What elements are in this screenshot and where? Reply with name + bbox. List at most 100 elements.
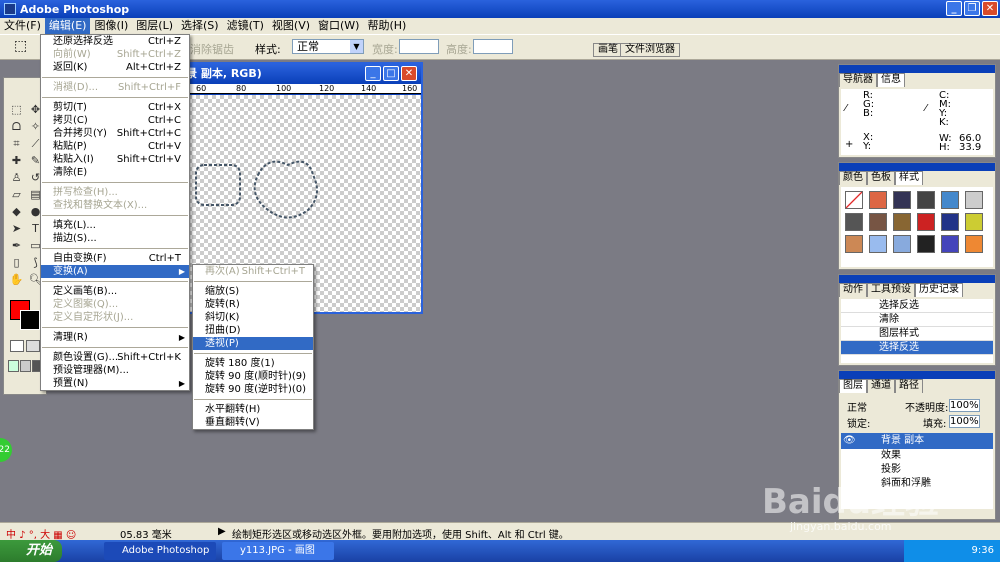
fill-field[interactable]: 100% <box>949 415 980 428</box>
transform-menu-item[interactable]: 垂直翻转(V) <box>193 416 313 429</box>
transform-menu-item[interactable]: 扭曲(D) <box>193 324 313 337</box>
transform-menu-item[interactable]: 斜切(K) <box>193 311 313 324</box>
style-swatch[interactable] <box>845 213 863 231</box>
tab-navigator[interactable]: 导航器 <box>839 73 877 87</box>
doc-minimize-button[interactable]: _ <box>365 66 381 81</box>
minimize-button[interactable]: _ <box>946 1 962 16</box>
layer-row[interactable]: 👁︎ 背景 副本 <box>841 433 993 449</box>
edit-menu-item[interactable]: 拼写检查(H)... <box>41 186 189 199</box>
pen-tool-icon[interactable]: ✒ <box>8 238 25 254</box>
opacity-field[interactable]: 100% <box>949 399 980 412</box>
blend-mode-select[interactable]: 正常 <box>847 399 867 414</box>
tab-info[interactable]: 信息 <box>877 73 905 87</box>
marquee-tool-icon[interactable]: ⬚ <box>8 102 25 118</box>
edit-menu-item[interactable]: 定义自定形状(J)... <box>41 311 189 324</box>
stamp-tool-icon[interactable]: ♙ <box>8 170 25 186</box>
menu-image[interactable]: 图像(I) <box>90 18 132 34</box>
close-button[interactable]: ✕ <box>982 1 998 16</box>
history-item[interactable]: 清除 <box>841 313 993 327</box>
style-swatch[interactable] <box>917 191 935 209</box>
edit-menu-item[interactable]: 还原选择反选 Ctrl+Z <box>41 35 189 48</box>
style-swatch[interactable] <box>869 235 887 253</box>
task-paint[interactable]: y113.JPG - 画图 <box>222 542 334 560</box>
edit-menu-item[interactable]: 粘贴(P) Ctrl+V <box>41 140 189 153</box>
transform-menu-item[interactable]: 缩放(S) <box>193 285 313 298</box>
crop-tool-icon[interactable]: ⌗ <box>8 136 25 152</box>
file-browser-well-tab[interactable]: 文件浏览器 <box>620 43 680 57</box>
screen-mode-standard-icon[interactable] <box>8 360 19 372</box>
edit-menu-item[interactable]: 消褪(D)... Shift+Ctrl+F <box>41 81 189 94</box>
tab-channels[interactable]: 通道 <box>867 379 895 393</box>
tab-styles[interactable]: 样式 <box>895 171 923 185</box>
edit-menu-item[interactable]: 描边(S)... <box>41 232 189 245</box>
transform-menu-item[interactable]: 旋转 90 度(逆时针)(0) <box>193 383 313 396</box>
tab-layers[interactable]: 图层 <box>839 379 867 393</box>
restore-button[interactable]: ❐ <box>964 1 980 16</box>
style-swatch[interactable] <box>869 191 887 209</box>
transform-menu-item[interactable]: 透视(P) <box>193 337 313 350</box>
edit-menu-item[interactable]: 自由变换(F) Ctrl+T <box>41 252 189 265</box>
edit-menu-item[interactable]: 向前(W) Shift+Ctrl+Z <box>41 48 189 61</box>
history-item[interactable]: 图层样式 <box>841 327 993 341</box>
tab-color[interactable]: 颜色 <box>839 171 867 185</box>
menu-select[interactable]: 选择(S) <box>177 18 223 34</box>
edit-menu-item[interactable]: 合并拷贝(Y) Shift+Ctrl+C <box>41 127 189 140</box>
edit-menu-item[interactable]: 查找和替换文本(X)... <box>41 199 189 212</box>
hand-tool-icon[interactable]: ✋ <box>8 272 25 288</box>
ime-indicator[interactable]: 中 ♪ °, 大 ▦ ☺ <box>6 526 76 541</box>
style-swatch[interactable] <box>941 235 959 253</box>
start-button[interactable]: 开始 <box>0 540 62 562</box>
edit-menu-item[interactable]: 变换(A) ▶ <box>41 265 189 278</box>
transform-menu-item[interactable]: 旋转(R) <box>193 298 313 311</box>
style-swatch[interactable] <box>941 213 959 231</box>
background-color-swatch[interactable] <box>20 310 40 330</box>
floating-badge[interactable]: 22 <box>0 438 12 462</box>
transform-menu-item[interactable]: 旋转 90 度(顺时针)(9) <box>193 370 313 383</box>
menu-file[interactable]: 文件(F) <box>0 18 45 34</box>
screen-mode-menu-icon[interactable] <box>20 360 31 372</box>
clock[interactable]: 9:36 <box>972 545 994 556</box>
transform-menu-item[interactable]: 水平翻转(H) <box>193 403 313 416</box>
style-select[interactable]: 正常 ▼ <box>292 39 364 54</box>
blur-tool-icon[interactable]: ◆ <box>8 204 25 220</box>
menu-layer[interactable]: 图层(L) <box>132 18 177 34</box>
style-swatch[interactable] <box>965 191 983 209</box>
edit-menu-item[interactable]: 定义图案(Q)... <box>41 298 189 311</box>
style-swatch[interactable] <box>917 235 935 253</box>
style-swatch[interactable] <box>845 235 863 253</box>
tab-swatches[interactable]: 色板 <box>867 171 895 185</box>
edit-menu-item[interactable]: 定义画笔(B)... <box>41 285 189 298</box>
style-swatch[interactable] <box>965 235 983 253</box>
standard-mode-icon[interactable] <box>10 340 24 352</box>
brushes-well-tab[interactable]: 画笔 <box>593 43 623 57</box>
edit-menu-item[interactable]: 清除(E) <box>41 166 189 179</box>
edit-menu-item[interactable]: 清理(R) ▶ <box>41 331 189 344</box>
lasso-tool-icon[interactable]: ᗝ <box>8 119 25 135</box>
style-swatch[interactable] <box>893 213 911 231</box>
style-swatch[interactable] <box>965 213 983 231</box>
transform-menu-item[interactable]: 旋转 180 度(1) <box>193 357 313 370</box>
width-field[interactable] <box>399 39 439 54</box>
edit-menu-item[interactable]: 剪切(T) Ctrl+X <box>41 101 189 114</box>
notes-tool-icon[interactable]: ▯ <box>8 255 25 271</box>
eye-icon[interactable]: 👁︎ <box>843 433 856 449</box>
doc-close-button[interactable]: ✕ <box>401 66 417 81</box>
menu-edit[interactable]: 编辑(E) <box>44 18 91 34</box>
style-swatch[interactable] <box>869 213 887 231</box>
style-swatch-none[interactable] <box>845 191 863 209</box>
eraser-tool-icon[interactable]: ▱ <box>8 187 25 203</box>
style-swatch[interactable] <box>917 213 935 231</box>
edit-menu-item[interactable]: 颜色设置(G)... Shift+Ctrl+K <box>41 351 189 364</box>
menu-filter[interactable]: 滤镜(T) <box>223 18 268 34</box>
height-field[interactable] <box>473 39 513 54</box>
history-item[interactable]: 选择反选 <box>841 299 993 313</box>
marquee-icon[interactable]: ⬚ <box>14 38 27 54</box>
tab-history[interactable]: 历史记录 <box>915 283 963 297</box>
effects-row[interactable]: 效果 <box>841 449 993 463</box>
edit-menu-item[interactable]: 返回(K) Alt+Ctrl+Z <box>41 61 189 74</box>
history-item-current[interactable]: 选择反选 <box>841 341 993 355</box>
task-photoshop[interactable]: Adobe Photoshop <box>104 542 216 560</box>
menu-help[interactable]: 帮助(H) <box>363 18 410 34</box>
edit-menu-item[interactable]: 预设管理器(M)... <box>41 364 189 377</box>
tab-paths[interactable]: 路径 <box>895 379 923 393</box>
